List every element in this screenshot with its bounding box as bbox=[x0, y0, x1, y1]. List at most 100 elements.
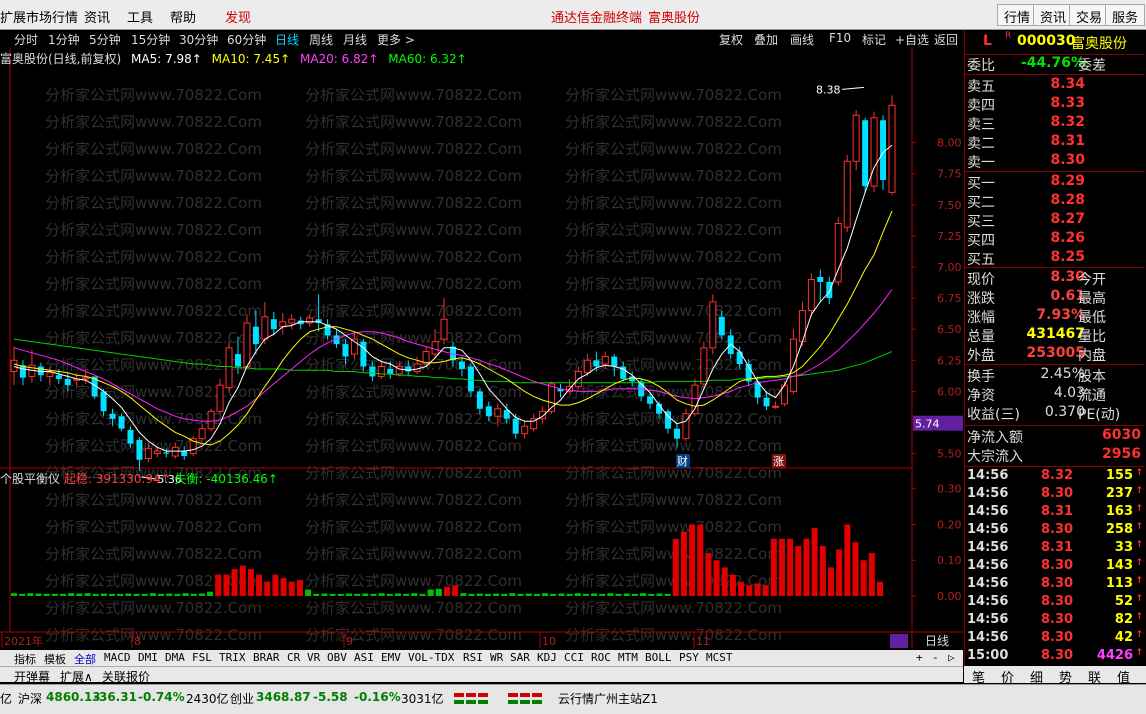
danmaku-tab[interactable]: 开弹幕 bbox=[14, 668, 50, 685]
indicator-tab-rsi[interactable]: RSI bbox=[463, 651, 483, 664]
indicator-tab-dma[interactable]: DMA bbox=[165, 651, 185, 664]
indicator-tab-obv[interactable]: OBV bbox=[327, 651, 347, 664]
zoom-control[interactable]: - bbox=[932, 651, 939, 664]
ask-row[interactable]: 卖三 8.32 bbox=[965, 114, 1145, 133]
period-timeshare[interactable]: 分时 bbox=[14, 31, 38, 48]
bid-row[interactable]: 买一 8.29 bbox=[965, 173, 1145, 192]
stat-row: 净资 4.03 流通 bbox=[965, 385, 1145, 404]
sh-index-name[interactable]: 沪深 bbox=[18, 690, 42, 707]
f10-button[interactable]: F10 bbox=[829, 31, 851, 45]
indicator-tab-boll[interactable]: BOLL bbox=[645, 651, 672, 664]
related-quote-tab[interactable]: 关联报价 bbox=[102, 668, 150, 685]
add-watchlist-button[interactable]: +自选 bbox=[895, 31, 929, 48]
candle-down bbox=[64, 378, 71, 386]
back-button[interactable]: 返回 bbox=[934, 31, 958, 48]
watermark-text: 分析家公式网www.70822.Com bbox=[565, 113, 782, 131]
x-tick-label: 8 bbox=[134, 635, 141, 648]
indicator-tab-macd[interactable]: MACD bbox=[104, 651, 131, 664]
indicator-tab-指标[interactable]: 指标 bbox=[14, 651, 36, 667]
candle-down bbox=[252, 326, 259, 345]
bid-row[interactable]: 买三 8.27 bbox=[965, 211, 1145, 230]
trade-button[interactable]: 交易 bbox=[1069, 4, 1110, 26]
menu-tools[interactable]: 工具 bbox=[127, 7, 153, 26]
cy-index-name[interactable]: 创业 bbox=[230, 690, 254, 707]
indicator-bar bbox=[452, 585, 459, 596]
overlay-button[interactable]: 叠加 bbox=[754, 31, 778, 48]
indicator-tab-全部[interactable]: 全部 bbox=[74, 651, 96, 667]
service-button[interactable]: 服务 bbox=[1105, 4, 1146, 26]
menu-extended-market[interactable]: 扩展市场行情 bbox=[0, 7, 78, 26]
indicator-tab-trix[interactable]: TRIX bbox=[219, 651, 246, 664]
watermark-text: 分析家公式网www.70822.Com bbox=[45, 518, 262, 536]
indicator-bar bbox=[844, 524, 851, 596]
indicator-tab-vol-tdx[interactable]: VOL-TDX bbox=[408, 651, 454, 664]
y-tick-label: 6.00 bbox=[937, 385, 962, 398]
indicator-tab-fsl[interactable]: FSL bbox=[192, 651, 212, 664]
candle-up bbox=[601, 356, 609, 365]
cy-index-amount: 3031亿 bbox=[401, 692, 444, 706]
bid-label: 买四 bbox=[967, 233, 995, 249]
indicator-tab-emv[interactable]: EMV bbox=[381, 651, 401, 664]
period-60min[interactable]: 60分钟 bbox=[227, 31, 266, 48]
bid-row[interactable]: 买四 8.26 bbox=[965, 230, 1145, 249]
period-1min[interactable]: 1分钟 bbox=[48, 31, 80, 48]
expand-tab[interactable]: 扩展∧ bbox=[60, 668, 93, 685]
watermark-text: 分析家公式网www.70822.Com bbox=[45, 491, 262, 509]
watermark-text: 分析家公式网www.70822.Com bbox=[305, 572, 522, 590]
news-button[interactable]: 资讯 bbox=[1033, 4, 1074, 26]
indicator-bar bbox=[125, 593, 132, 596]
indicator-bar bbox=[542, 593, 549, 596]
indicator-tab-cr[interactable]: CR bbox=[287, 651, 300, 664]
indicator-bar bbox=[754, 583, 761, 596]
indicator-bar bbox=[149, 593, 156, 596]
server-label[interactable]: 云行情广州主站Z1 bbox=[558, 690, 658, 707]
indicator-tab-kdj[interactable]: KDJ bbox=[537, 651, 557, 664]
bid-row[interactable]: 买五 8.25 bbox=[965, 249, 1145, 268]
adjust-button[interactable]: 复权 bbox=[719, 31, 743, 48]
period-monthly[interactable]: 月线 bbox=[343, 31, 367, 48]
indicator-name[interactable]: 个股平衡仪 bbox=[0, 472, 60, 486]
indicator-tab-brar[interactable]: BRAR bbox=[253, 651, 280, 664]
bid-row[interactable]: 买二 8.28 bbox=[965, 192, 1145, 211]
period-15min[interactable]: 15分钟 bbox=[131, 31, 170, 48]
indicator-bar bbox=[386, 593, 393, 596]
watermark-text: 分析家公式网www.70822.Com bbox=[305, 248, 522, 266]
ask-row[interactable]: 卖一 8.30 bbox=[965, 152, 1145, 171]
mark-button[interactable]: 标记 bbox=[862, 31, 886, 48]
ask-row[interactable]: 卖五 8.34 bbox=[965, 76, 1145, 95]
zoom-control[interactable]: ▷ bbox=[948, 651, 955, 664]
indicator-tab-mcst[interactable]: MCST bbox=[706, 651, 733, 664]
ask-row[interactable]: 卖二 8.31 bbox=[965, 133, 1145, 152]
indicator-tab-psy[interactable]: PSY bbox=[679, 651, 699, 664]
indicator-tab-asi[interactable]: ASI bbox=[354, 651, 374, 664]
period-more[interactable]: 更多 > bbox=[377, 31, 415, 48]
indicator-bar bbox=[354, 593, 361, 596]
indicator-bar bbox=[272, 574, 279, 596]
period-label[interactable]: 日线 bbox=[925, 634, 949, 648]
ask-row[interactable]: 卖四 8.33 bbox=[965, 95, 1145, 114]
indicator-bar bbox=[174, 593, 181, 596]
indicator-tab-mtm[interactable]: MTM bbox=[618, 651, 638, 664]
menu-news[interactable]: 资讯 bbox=[84, 7, 110, 26]
indicator-tab-dmi[interactable]: DMI bbox=[138, 651, 158, 664]
indicator-tab-模板[interactable]: 模板 bbox=[44, 651, 66, 667]
indicator-tab-sar[interactable]: SAR bbox=[510, 651, 530, 664]
quote-label-2: 内盘 bbox=[1078, 348, 1106, 364]
period-5min[interactable]: 5分钟 bbox=[89, 31, 121, 48]
bid-label: 买二 bbox=[967, 195, 995, 211]
scroll-marker[interactable] bbox=[890, 634, 908, 648]
period-30min[interactable]: 30分钟 bbox=[179, 31, 218, 48]
indicator-tab-vr[interactable]: VR bbox=[307, 651, 320, 664]
menu-discover[interactable]: 发现 bbox=[225, 7, 251, 26]
period-weekly[interactable]: 周线 bbox=[309, 31, 333, 48]
indicator-tab-wr[interactable]: WR bbox=[490, 651, 503, 664]
menu-help[interactable]: 帮助 bbox=[170, 7, 196, 26]
indicator-bar bbox=[664, 593, 671, 596]
kline-chart[interactable]: 分析家公式网www.70822.Com 分析家公式网www.70822.Com 分析… bbox=[0, 48, 963, 650]
indicator-tab-cci[interactable]: CCI bbox=[564, 651, 584, 664]
quote-button[interactable]: 行情 bbox=[997, 4, 1038, 26]
period-daily[interactable]: 日线 bbox=[275, 31, 299, 48]
zoom-control[interactable]: + bbox=[916, 651, 923, 664]
indicator-tab-roc[interactable]: ROC bbox=[591, 651, 611, 664]
draw-line-button[interactable]: 画线 bbox=[790, 31, 814, 48]
